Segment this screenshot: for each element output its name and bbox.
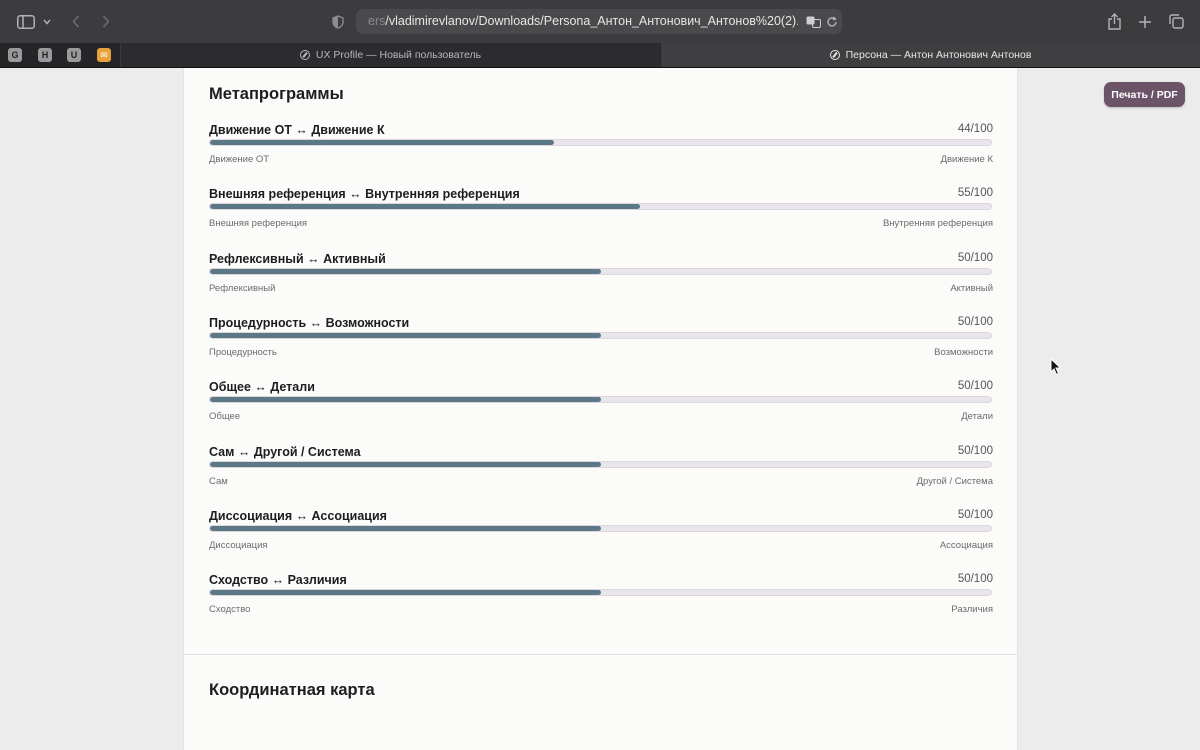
translate-icon[interactable] [804,9,822,34]
left-pole-label: Внешняя референция [209,218,308,230]
left-pole-label: Рефлексивный [209,282,276,294]
tab-bar: G H U ✉ UX Profile — Новый пользователь … [0,43,1200,68]
new-tab-icon[interactable] [1135,0,1155,43]
metaprogram-score: 50/100 [957,380,993,393]
left-pole-label: Общее [209,411,241,423]
metaprogram-score: 50/100 [957,573,993,586]
chevron-down-icon[interactable] [40,0,54,43]
metaprogram-row: Общее ↔ Детали 50/100 Общее Детали [209,380,993,436]
progress-track [209,589,992,597]
section-title: Метапрограммы [209,85,344,103]
url-text: ers/vladimirevlanov/Downloads/Persona_Ан… [368,9,798,34]
metaprogram-row: Движение ОТ ↔ Движение К 44/100 Движение О… [209,123,993,179]
progress-fill [210,461,601,467]
right-pole-label: Движение К [940,154,993,165]
coordinate-map-title: Координатная карта [209,681,375,699]
right-pole-label: Различия [951,604,993,616]
metaprogram-row: Процедурность ↔ Возможности 50/100 Процеду… [209,316,993,372]
metaprogram-score: 50/100 [957,444,993,457]
metaprogram-name: Сам ↔ Другой / Система [209,444,361,459]
progress-fill [210,268,601,274]
mouse-cursor-icon [1050,357,1062,381]
browser-toolbar: ers/vladimirevlanov/Downloads/Persona_Ан… [0,0,1200,43]
progress-fill [210,590,601,596]
metaprogram-name: Движение ОТ ↔ Движение К [209,123,385,137]
compass-icon [299,50,310,60]
tab-title: UX Profile — Новый пользователь [315,49,482,61]
forward-icon[interactable] [96,0,116,43]
progress-track [209,460,992,468]
metaprogram-name: Сходство ↔ Различия [209,573,347,588]
right-pole-label: Ассоциация [939,539,993,551]
progress-fill [210,140,554,145]
metaprogram-row: Внешняя референция ↔ Внутренняя референц… [209,187,993,243]
progress-fill [210,332,601,338]
compass-icon [829,50,840,60]
h-favicon[interactable]: H [38,48,52,62]
progress-track [209,524,992,532]
progress-track [209,203,992,211]
right-pole-label: Активный [950,282,993,294]
progress-track [209,396,992,404]
u-favicon[interactable]: U [67,48,81,62]
progress-fill [210,204,640,210]
right-pole-label: Другой / Система [916,475,993,487]
progress-fill [210,397,601,403]
url-path: /vladimirevlanov/Downloads/Persona_Антон… [385,14,798,28]
share-icon[interactable] [1104,0,1124,43]
progress-track [209,267,992,275]
sidebar-toggle-icon[interactable] [14,0,38,43]
metaprogram-score: 50/100 [957,251,993,264]
right-pole-label: Детали [961,411,993,423]
mail-favicon[interactable]: ✉ [97,48,111,62]
progress-fill [210,525,601,531]
progress-track [209,139,992,146]
left-pole-label: Сходство [209,604,251,616]
metaprogram-row: Сходство ↔ Различия 50/100 Сходство Различи… [209,573,993,629]
left-pole-label: Сам [209,475,228,487]
address-bar[interactable]: ers/vladimirevlanov/Downloads/Persona_Ан… [356,9,842,34]
reload-icon[interactable] [824,9,840,34]
tab-ux-profile[interactable]: UX Profile — Новый пользователь [121,43,660,67]
tab-title: Персона — Антон Антонович Антонов [845,49,1032,61]
url-prefix: ers [368,14,386,28]
left-pole-label: Диссоциация [209,539,268,551]
left-pole-label: Движение ОТ [209,154,270,165]
metaprogram-score: 50/100 [957,508,993,521]
metaprogram-name: Диссоциация ↔ Ассоциация [209,508,387,523]
metaprogram-name: Процедурность ↔ Возможности [209,315,410,330]
back-icon[interactable] [66,0,86,43]
right-pole-label: Внутренняя референция [882,218,993,230]
metaprogram-name: Внешняя референция ↔ Внутренняя референц… [209,187,520,202]
print-pdf-button[interactable]: Печать / PDF [1104,82,1185,107]
metaprogram-score: 55/100 [957,187,993,200]
metaprogram-name: Рефлексивный ↔ Активный [209,251,386,266]
tab-overview-icon[interactable] [1166,0,1186,43]
metaprogram-row: Рефлексивный ↔ Активный 50/100 Рефлексивны… [209,252,993,308]
metaprogram-row: Диссоциация ↔ Ассоциация 50/100 Диссоциаци… [209,509,993,565]
left-pole-label: Процедурность [209,346,277,358]
privacy-shield-icon[interactable] [328,0,348,43]
right-pole-label: Возможности [934,346,993,358]
tab-persona[interactable]: Персона — Антон Антонович Антонов [661,43,1200,67]
metaprogram-score: 50/100 [957,315,993,328]
persona-page: Метапрограммы Движение ОТ ↔ Движение К 44… [183,68,1018,750]
section-divider [184,654,1017,655]
g-favicon[interactable]: G [8,48,22,62]
progress-track [209,331,992,339]
metaprogram-score: 44/100 [957,123,993,135]
metaprogram-row: Сам ↔ Другой / Система 50/100 Сам Другой / … [209,445,993,501]
metaprogram-name: Общее ↔ Детали [209,380,315,395]
